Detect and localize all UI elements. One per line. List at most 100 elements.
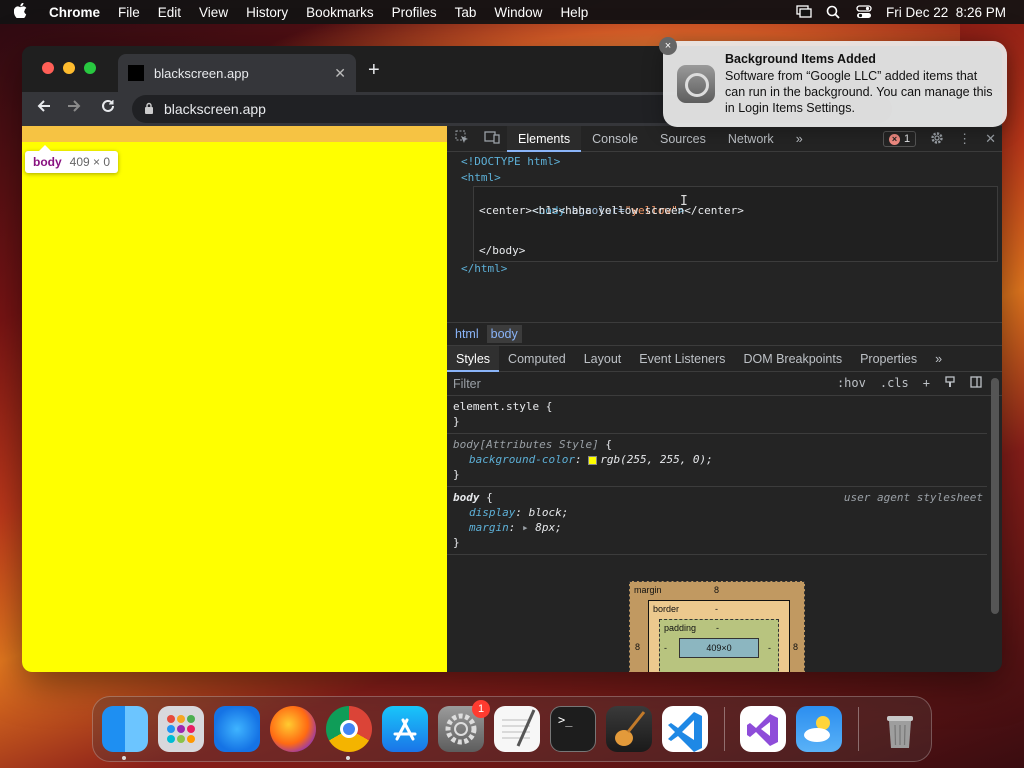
menu-bookmarks[interactable]: Bookmarks bbox=[297, 5, 383, 20]
favicon-icon bbox=[128, 65, 144, 81]
html-open-line[interactable]: <html> bbox=[461, 171, 501, 184]
system-settings-gear-icon[interactable]: 1 bbox=[438, 700, 490, 752]
vscode-icon[interactable] bbox=[662, 706, 708, 752]
notification-close-icon[interactable]: × bbox=[659, 37, 677, 55]
menu-history[interactable]: History bbox=[237, 5, 297, 20]
toggle-sidebar-icon[interactable] bbox=[970, 376, 982, 391]
settings-gear-icon[interactable] bbox=[930, 131, 944, 148]
close-devtools-icon[interactable]: ✕ bbox=[985, 131, 996, 147]
menu-app-chrome[interactable]: Chrome bbox=[40, 5, 109, 20]
dock-separator bbox=[858, 707, 859, 751]
rule-element-style[interactable]: element.style { } bbox=[447, 396, 987, 434]
property-name[interactable]: margin bbox=[469, 521, 509, 534]
margin-left-value[interactable]: 8 bbox=[635, 642, 640, 652]
new-rule-button[interactable]: + bbox=[923, 376, 930, 391]
padding-left-value[interactable]: - bbox=[664, 643, 667, 653]
subtab-dom-breakpoints[interactable]: DOM Breakpoints bbox=[734, 346, 851, 372]
property-name[interactable]: display bbox=[469, 506, 515, 519]
finder-icon[interactable] bbox=[102, 706, 148, 752]
browser-tab[interactable]: blackscreen.app ✕ bbox=[118, 54, 356, 92]
back-arrow-icon[interactable] bbox=[36, 98, 52, 119]
garageband-guitar-icon[interactable] bbox=[606, 706, 652, 752]
breadcrumb-body[interactable]: body bbox=[486, 325, 522, 343]
property-name[interactable]: background-color bbox=[469, 453, 575, 466]
subtab-computed[interactable]: Computed bbox=[499, 346, 575, 372]
tab-network[interactable]: Network bbox=[717, 126, 785, 152]
styles-scrollbar[interactable] bbox=[991, 378, 999, 614]
launchpad-icon[interactable] bbox=[158, 706, 204, 752]
styles-filter-row: Filter :hov .cls + bbox=[447, 372, 1002, 396]
class-toggle[interactable]: .cls bbox=[880, 376, 909, 391]
reload-icon[interactable] bbox=[100, 98, 116, 119]
more-tabs-icon[interactable]: » bbox=[785, 126, 814, 152]
hover-state-toggle[interactable]: :hov bbox=[837, 376, 866, 391]
tab-console[interactable]: Console bbox=[581, 126, 649, 152]
trash-icon[interactable] bbox=[877, 706, 923, 752]
textedit-icon[interactable] bbox=[494, 706, 540, 752]
menu-file[interactable]: File bbox=[109, 5, 149, 20]
forward-arrow-icon[interactable] bbox=[66, 98, 82, 119]
property-value[interactable]: block; bbox=[529, 506, 569, 519]
tab-elements[interactable]: Elements bbox=[507, 125, 582, 152]
margin-top-value[interactable]: 8 bbox=[714, 585, 719, 595]
box-model-padding[interactable]: padding - - - 409×0 bbox=[659, 619, 779, 672]
spotlight-search-icon[interactable] bbox=[826, 5, 842, 19]
menu-help[interactable]: Help bbox=[551, 5, 597, 20]
apple-menu-icon[interactable] bbox=[0, 2, 40, 22]
html-close-line[interactable]: </html> bbox=[461, 262, 507, 275]
property-value[interactable]: rgb(255, 255, 0); bbox=[600, 453, 713, 466]
subtab-styles[interactable]: Styles bbox=[447, 345, 500, 372]
chrome-icon[interactable] bbox=[326, 706, 372, 752]
more-options-icon[interactable]: ⋮ bbox=[958, 131, 971, 147]
weather-icon[interactable] bbox=[796, 706, 842, 752]
menu-profiles[interactable]: Profiles bbox=[383, 5, 446, 20]
tab-close-icon[interactable]: ✕ bbox=[334, 65, 346, 82]
menu-view[interactable]: View bbox=[190, 5, 237, 20]
safari-compass-icon[interactable] bbox=[214, 706, 260, 752]
filter-input[interactable]: Filter bbox=[453, 377, 481, 391]
box-model-margin[interactable]: margin 8 8 8 border - padding - - - 409×… bbox=[629, 581, 805, 672]
padding-right-value[interactable]: - bbox=[768, 643, 771, 653]
lock-icon[interactable] bbox=[144, 102, 154, 117]
paint-brush-icon[interactable] bbox=[944, 376, 956, 391]
doctype-line[interactable]: <!DOCTYPE html> bbox=[461, 155, 560, 168]
margin-right-value[interactable]: 8 bbox=[793, 642, 798, 652]
tab-sources[interactable]: Sources bbox=[649, 126, 717, 152]
box-model-content[interactable]: 409×0 bbox=[679, 638, 759, 658]
screen-mirroring-icon[interactable] bbox=[796, 5, 812, 19]
border-value[interactable]: - bbox=[715, 604, 718, 614]
control-center-icon[interactable] bbox=[856, 5, 872, 19]
menu-edit[interactable]: Edit bbox=[149, 5, 190, 20]
close-window-button[interactable] bbox=[42, 62, 54, 74]
visual-studio-icon[interactable] bbox=[740, 706, 786, 752]
subtab-event-listeners[interactable]: Event Listeners bbox=[630, 346, 734, 372]
firefox-icon[interactable] bbox=[270, 706, 316, 752]
app-store-icon[interactable] bbox=[382, 706, 428, 752]
color-swatch[interactable] bbox=[588, 455, 598, 465]
subtab-layout[interactable]: Layout bbox=[575, 346, 631, 372]
box-model-border[interactable]: border - padding - - - 409×0 bbox=[648, 600, 790, 672]
inspect-element-icon[interactable] bbox=[447, 130, 477, 147]
menu-window[interactable]: Window bbox=[485, 5, 551, 20]
property-value[interactable]: 8px; bbox=[535, 521, 562, 534]
zoom-window-button[interactable] bbox=[84, 62, 96, 74]
background-items-notification[interactable]: × Background Items Added Software from “… bbox=[659, 37, 1007, 127]
rule-body-ua[interactable]: body { user agent stylesheet display: bl… bbox=[447, 487, 987, 555]
page-viewport[interactable]: body 409 × 0 bbox=[22, 126, 447, 672]
more-subtabs-icon[interactable]: » bbox=[926, 346, 951, 372]
rule-attributes-style[interactable]: body[Attributes Style] { background-colo… bbox=[447, 434, 987, 487]
menu-tab[interactable]: Tab bbox=[446, 5, 486, 20]
padding-value[interactable]: - bbox=[716, 623, 719, 633]
breadcrumb-html[interactable]: html bbox=[453, 327, 481, 341]
terminal-icon[interactable]: >_ bbox=[550, 706, 596, 752]
subtab-properties[interactable]: Properties bbox=[851, 346, 926, 372]
body-close-line[interactable]: </body> bbox=[479, 244, 525, 257]
center-line[interactable]: <center><h1><haha yellow screen</center> bbox=[479, 204, 744, 217]
minimize-window-button[interactable] bbox=[63, 62, 75, 74]
error-count-badge[interactable]: × 1 bbox=[882, 131, 917, 147]
new-tab-button[interactable]: + bbox=[368, 59, 380, 82]
expand-triangle-icon[interactable]: ▸ bbox=[522, 521, 535, 534]
device-toolbar-icon[interactable] bbox=[477, 130, 507, 147]
element-inspect-tooltip: body 409 × 0 bbox=[25, 145, 119, 173]
menu-clock[interactable]: Fri Dec 22 8:26 PM bbox=[886, 5, 1006, 20]
